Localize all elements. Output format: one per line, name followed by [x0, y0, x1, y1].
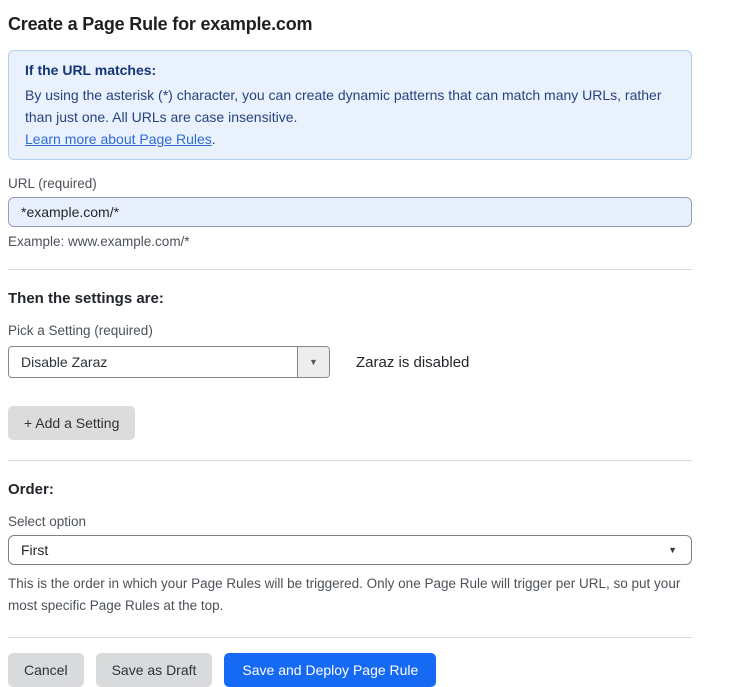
info-box-heading: If the URL matches: [25, 62, 675, 78]
setting-row: Disable Zaraz ▼ Zaraz is disabled [8, 346, 692, 378]
setting-select-value: Disable Zaraz [9, 347, 297, 377]
pick-setting-label: Pick a Setting (required) [8, 323, 692, 338]
page-rule-form: Create a Page Rule for example.com If th… [0, 0, 750, 687]
url-example-text: Example: www.example.com/* [8, 234, 692, 249]
chevron-down-icon: ▼ [668, 545, 677, 555]
order-select-label: Select option [8, 514, 692, 529]
settings-section-heading: Then the settings are: [8, 290, 692, 307]
url-field-label: URL (required) [8, 176, 692, 191]
info-box-body: By using the asterisk (*) character, you… [25, 85, 665, 128]
order-select-value: First [21, 542, 48, 558]
link-suffix: . [212, 131, 216, 147]
learn-more-link[interactable]: Learn more about Page Rules [25, 131, 212, 147]
divider [8, 637, 692, 638]
add-setting-button[interactable]: + Add a Setting [8, 406, 135, 440]
order-select[interactable]: First ▼ [8, 535, 692, 565]
divider [8, 269, 692, 270]
order-help-text: This is the order in which your Page Rul… [8, 573, 692, 616]
page-title: Create a Page Rule for example.com [8, 14, 692, 35]
order-section-heading: Order: [8, 481, 692, 498]
divider [8, 460, 692, 461]
setting-status-text: Zaraz is disabled [356, 354, 469, 371]
chevron-down-icon[interactable]: ▼ [297, 347, 329, 377]
url-matches-info-box: If the URL matches: By using the asteris… [8, 50, 692, 160]
url-input[interactable] [8, 197, 692, 227]
info-link-line: Learn more about Page Rules. [25, 131, 675, 147]
setting-select[interactable]: Disable Zaraz ▼ [8, 346, 330, 378]
